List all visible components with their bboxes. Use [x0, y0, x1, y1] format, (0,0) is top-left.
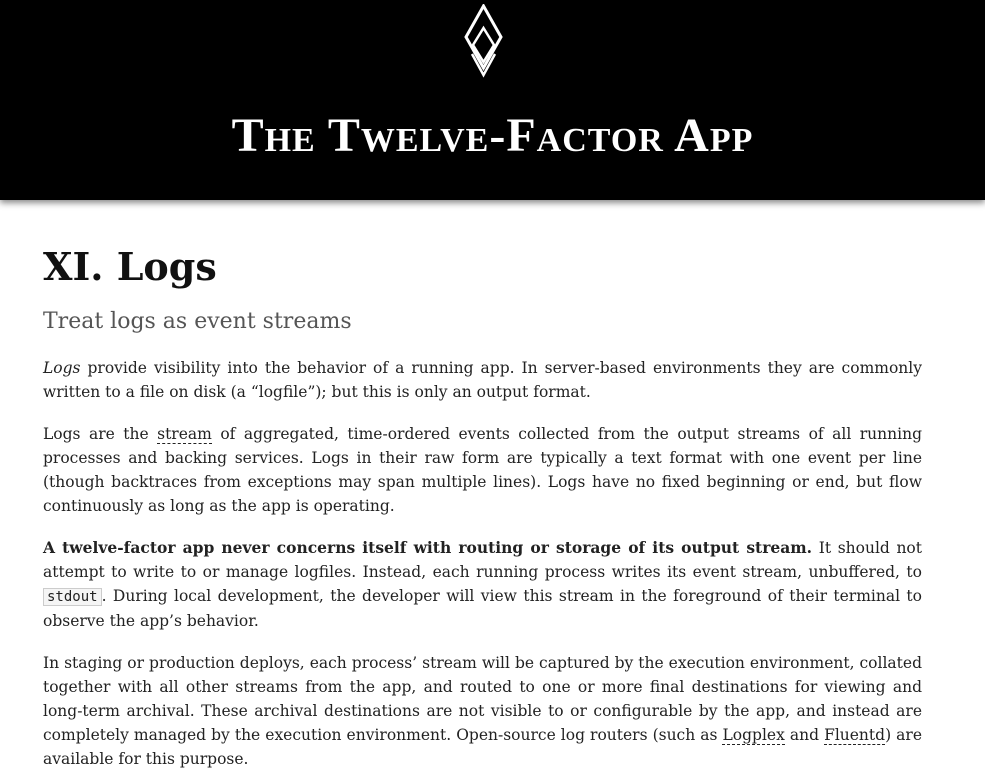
paragraph-1-text: provide visibility into the behavior of … — [43, 359, 922, 401]
paragraph-4: In staging or production deploys, each p… — [43, 651, 922, 771]
logs-emphasis: Logs — [43, 359, 81, 377]
paragraph-1: Logs provide visibility into the behavio… — [43, 356, 922, 404]
paragraph-4-mid: and — [784, 726, 825, 744]
page-subtitle: Treat logs as event streams — [43, 309, 352, 334]
paragraph-2: Logs are the stream of aggregated, time-… — [43, 422, 922, 518]
logplex-link[interactable]: Logplex — [722, 726, 785, 745]
page-title: XI. Logs — [43, 244, 217, 289]
paragraph-3-after-code: . During local development, the develope… — [43, 587, 922, 630]
stream-link[interactable]: stream — [157, 425, 212, 444]
paragraph-3: A twelve-factor app never concerns itsel… — [43, 536, 922, 633]
diamond-logo-icon[interactable] — [463, 4, 504, 78]
stdout-code: stdout — [43, 588, 102, 606]
paragraph-3-strong: A twelve-factor app never concerns itsel… — [43, 538, 813, 557]
fluentd-link[interactable]: Fluentd — [824, 726, 886, 745]
site-header: The Twelve-Factor App — [0, 0, 985, 200]
site-title[interactable]: The Twelve-Factor App — [0, 106, 985, 166]
article-content: XI. Logs Treat logs as event streams Log… — [0, 200, 985, 771]
paragraph-2-before: Logs are the — [43, 425, 158, 443]
